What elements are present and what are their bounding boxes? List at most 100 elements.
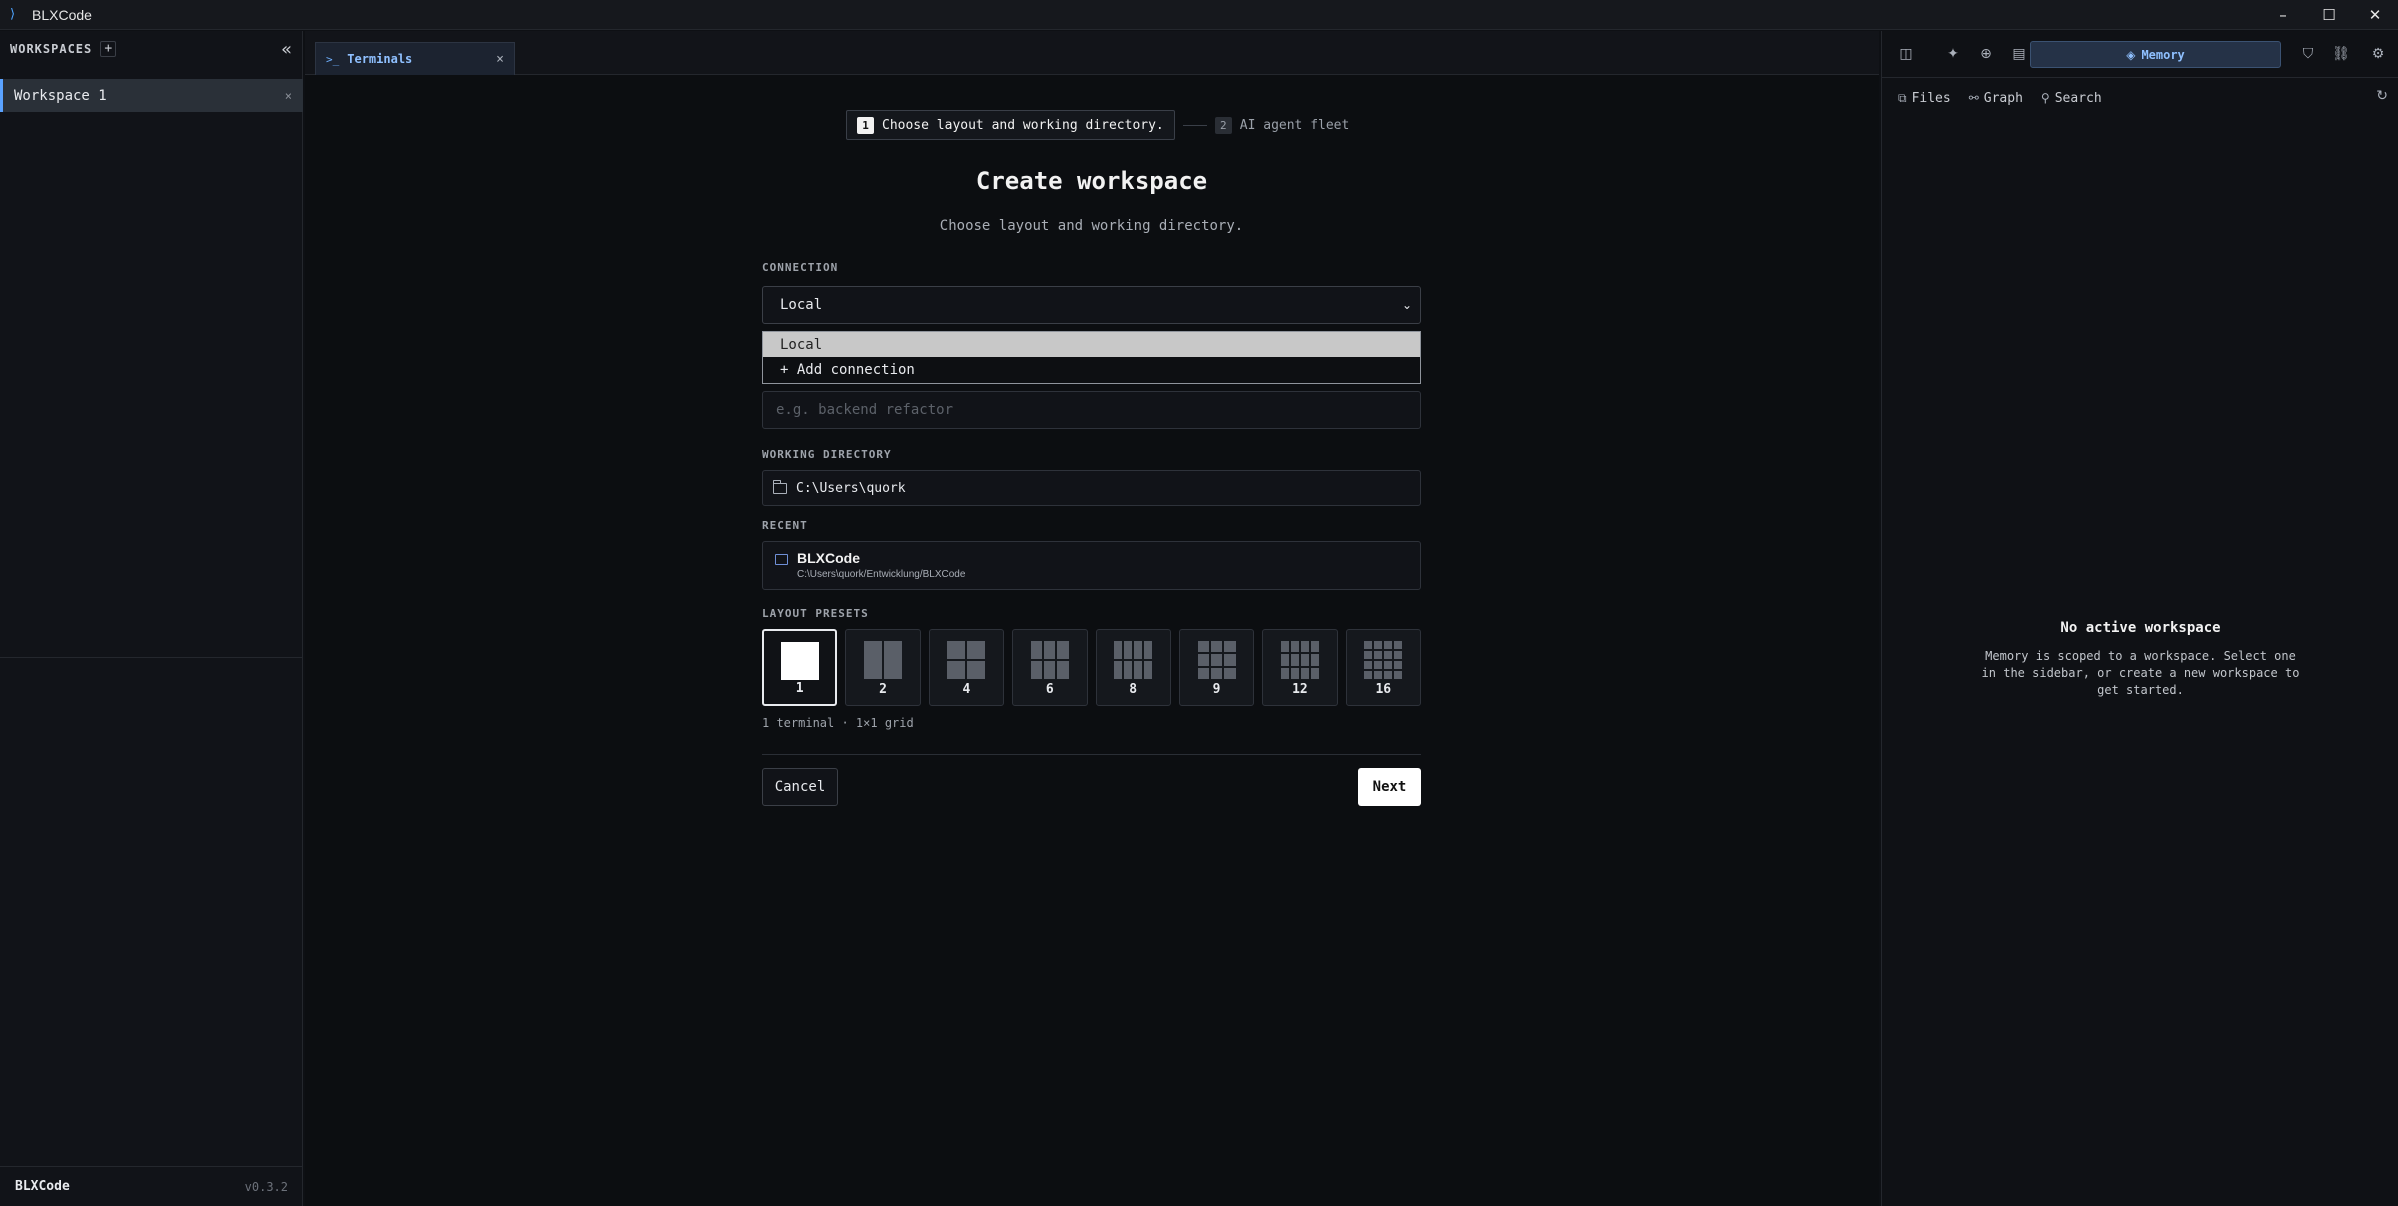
title-bar: ⟩ BLXCode – ☐ ✕ [0,0,2398,30]
preset-label: 16 [1375,682,1392,697]
page-subtitle: Choose layout and working directory. [939,218,1244,234]
right-panel: ◫ ✦ ⊕ ▤ ◈ Memory ⛉ ⛓ ⚙ ⧉ Files ⚯ Graph ⚲… [1881,31,2398,1206]
tab-terminals[interactable]: >_ Terminals × [315,42,515,75]
preset-label: 12 [1292,682,1308,697]
recent-label: RECENT [762,519,808,532]
connection-select[interactable]: Local ⌄ [762,286,1421,324]
layers-icon: ◈ [2126,47,2136,62]
preset-label: 2 [879,682,887,697]
connection-label: CONNECTION [762,261,839,274]
recent-path: C:\Users\quork/Entwicklung/BLXCode [797,569,966,580]
folder-icon [773,479,787,494]
next-button[interactable]: Next [1358,768,1421,806]
files-label: Files [1911,90,1951,106]
layout-summary: 1 terminal · 1×1 grid [762,716,914,730]
layout-grid-icon [1030,641,1069,679]
working-directory-field[interactable]: C:\Users\quork [762,470,1421,506]
step-2-label: AI agent fleet [1239,117,1350,133]
search-icon: ⚲ [2040,91,2050,105]
empty-state-description: Memory is scoped to a workspace. Select … [1981,649,2300,697]
maximize-icon[interactable]: ☐ [2306,0,2352,30]
layout-presets-label: LAYOUT PRESETS [762,607,869,620]
connection-selected-value: Local [780,297,823,313]
empty-state-title: No active workspace [2060,620,2221,636]
sidebar-item-workspace-1[interactable]: Workspace 1 × [0,79,303,112]
toggle-panel-icon[interactable]: ◫ [1896,44,1916,64]
close-window-icon[interactable]: ✕ [2352,0,2398,30]
link-icon[interactable]: ⛓ [2331,44,2351,64]
preset-label: 6 [1045,682,1054,697]
sidebar-footer: BLXCode v0.3.2 [0,1166,303,1206]
step-1[interactable]: 1 Choose layout and working directory. [846,110,1175,140]
globe-icon[interactable]: ⊕ [1976,44,1996,64]
subtab-search[interactable]: ⚲ Search [2041,91,2102,106]
dropdown-option-add-connection[interactable]: + Add connection [763,357,1420,382]
preset-6[interactable]: 6 [1012,629,1088,706]
memory-tab-label: Memory [2141,47,2185,62]
footer-brand: BLXCode [15,1179,70,1194]
dropdown-option-local[interactable]: Local [763,332,1420,357]
workspaces-heading: WORKSPACES [10,42,93,56]
cancel-button[interactable]: Cancel [762,768,838,806]
layout-presets: 1 2 4 6 8 9 12 16 [762,629,1421,706]
preset-12[interactable]: 12 [1262,629,1338,706]
clipboard-icon[interactable]: ▤ [2009,44,2029,64]
graph-icon: ⚯ [1968,91,1979,105]
preset-label: 9 [1212,682,1221,697]
window-title: BLXCode [32,6,92,23]
step-separator [1182,124,1207,126]
recent-item[interactable]: BLXCode C:\Users\quork/Entwicklung/BLXCo… [762,541,1421,590]
search-label: Search [2054,90,2102,106]
close-tab-icon[interactable]: × [496,52,504,67]
workspaces-sidebar: WORKSPACES + « Workspace 1 × BLXCode v0.… [0,31,303,1206]
recent-name: BLXCode [797,550,860,566]
workspace-label: Workspace 1 [14,87,107,104]
preset-8[interactable]: 8 [1095,629,1171,706]
layout-grid-icon [780,642,819,680]
shield-icon[interactable]: ⛉ [2298,44,2318,64]
working-directory-value: C:\Users\quork [796,480,906,496]
main-area: >_ Terminals × 1 Choose layout and worki… [305,31,1879,1206]
app-logo-icon: ⟩ [10,6,16,22]
collapse-sidebar-icon[interactable]: « [281,39,292,60]
preset-1[interactable]: 1 [762,629,838,706]
version-label: v0.3.2 [244,1179,288,1194]
close-workspace-icon[interactable]: × [285,89,292,103]
page-title: Create workspace [975,167,1208,195]
tab-bar: >_ Terminals × [305,31,1879,75]
tab-memory[interactable]: ◈ Memory [2030,41,2281,68]
preset-16[interactable]: 16 [1345,629,1421,706]
wizard-steps: 1 Choose layout and working directory. 2… [846,110,1349,140]
step-2[interactable]: 2 AI agent fleet [1214,116,1350,134]
preset-4[interactable]: 4 [928,629,1005,706]
preset-9[interactable]: 9 [1178,629,1255,706]
sparkle-icon[interactable]: ✦ [1943,44,1963,64]
gear-icon[interactable]: ⚙ [2368,44,2388,64]
chevron-down-icon: ⌄ [1401,298,1412,312]
layout-grid-icon [1364,641,1403,679]
preset-2[interactable]: 2 [845,629,921,706]
subtab-files[interactable]: ⧉ Files [1898,91,1951,106]
terminal-icon: >_ [326,52,340,66]
divider [762,754,1421,755]
step-2-number: 2 [1214,116,1232,134]
refresh-icon[interactable]: ↻ [2376,88,2388,104]
minimize-icon[interactable]: – [2260,0,2306,30]
layout-grid-icon [947,641,986,679]
add-workspace-button[interactable]: + [100,41,117,57]
sidebar-resize-handle[interactable] [0,657,303,658]
step-1-number: 1 [857,116,874,134]
layout-grid-icon [864,641,903,679]
layout-grid-icon [1114,641,1153,679]
subtab-graph[interactable]: ⚯ Graph [1969,91,2023,106]
window-controls: – ☐ ✕ [2260,0,2398,30]
step-1-label: Choose layout and working directory. [882,117,1164,133]
recent-folder-icon [775,554,788,565]
workspace-name-input[interactable]: e.g. backend refactor [762,391,1421,429]
sidebar-header: WORKSPACES + « [0,31,302,67]
preset-label: 8 [1129,682,1138,697]
files-icon: ⧉ [1898,90,1907,105]
preset-label: 1 [795,681,804,696]
graph-label: Graph [1983,90,2023,106]
tab-label: Terminals [347,52,413,66]
